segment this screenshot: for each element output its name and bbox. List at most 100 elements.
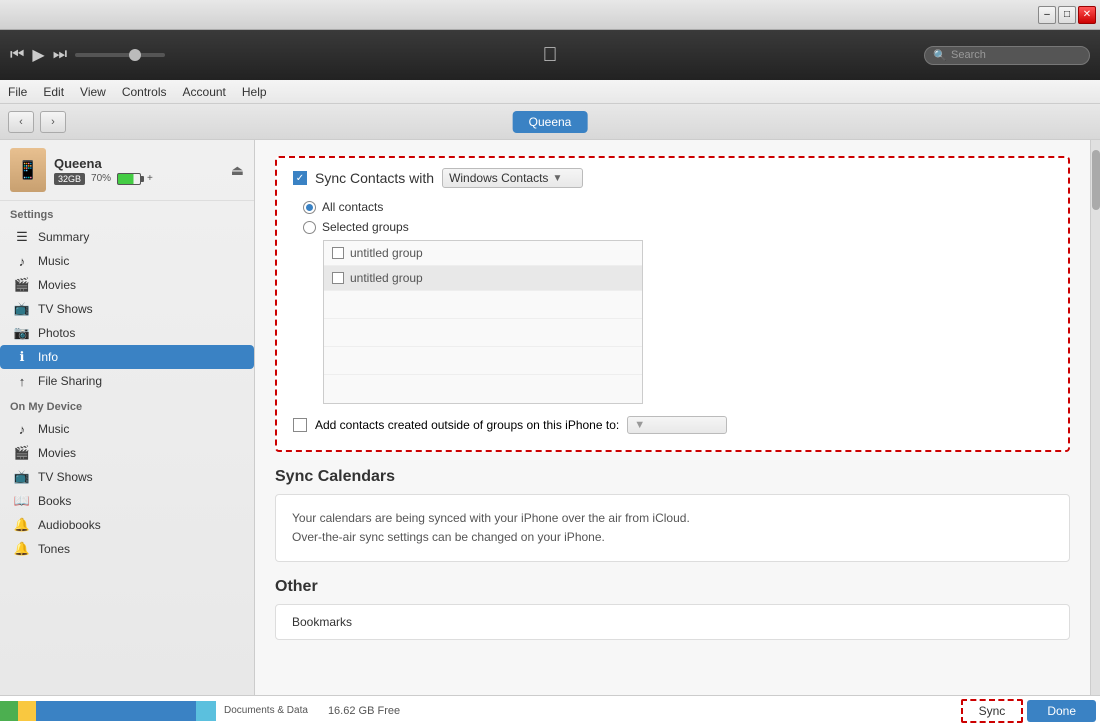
sync-calendars-message1: Your calendars are being synced with you… <box>292 509 1053 528</box>
music-device-icon: ♪ <box>14 421 30 437</box>
sync-contacts-checkbox[interactable]: ✓ <box>293 171 307 185</box>
player-bar: ⏮ ▶ ⏭  🔍 <box>0 30 1100 80</box>
battery-pct: 70% <box>91 173 111 184</box>
prev-button[interactable]: ⏮ <box>10 46 24 64</box>
progress-thumb <box>129 49 141 61</box>
menu-file[interactable]: File <box>8 85 27 99</box>
title-bar: – □ ✕ <box>0 0 1100 30</box>
sidebar-item-music[interactable]: ♪ Music <box>0 249 254 273</box>
forward-button[interactable]: › <box>40 111 66 133</box>
bottom-bar: Documents & Data 16.62 GB Free Sync Done <box>0 695 1100 725</box>
storage-segment-yellow <box>18 701 36 721</box>
device-button[interactable]: Queena <box>513 111 588 133</box>
group-item-2[interactable]: untitled group <box>324 266 642 291</box>
battery-plus: + <box>147 173 153 184</box>
menu-view[interactable]: View <box>80 85 106 99</box>
scrollbar-thumb <box>1092 150 1100 210</box>
nav-bar: ‹ › Queena <box>0 104 1100 140</box>
add-contacts-label: Add contacts created outside of groups o… <box>315 418 619 432</box>
sidebar-item-movies[interactable]: 🎬 Movies <box>0 273 254 297</box>
sync-button[interactable]: Sync <box>961 699 1024 723</box>
search-icon: 🔍 <box>933 49 947 62</box>
sidebar-item-movies-device[interactable]: 🎬 Movies <box>0 441 254 465</box>
search-input[interactable] <box>951 49 1081 61</box>
sidebar-label-movies-device: Movies <box>38 446 76 460</box>
close-button[interactable]: ✕ <box>1078 6 1096 24</box>
checkmark-icon: ✓ <box>296 173 304 184</box>
sync-calendars-title: Sync Calendars <box>275 468 1070 486</box>
sidebar-item-filesharing[interactable]: ↑ File Sharing <box>0 369 254 393</box>
sidebar-item-tvshows[interactable]: 📺 TV Shows <box>0 297 254 321</box>
add-contacts-checkbox[interactable] <box>293 418 307 432</box>
sidebar-item-books-device[interactable]: 📖 Books <box>0 489 254 513</box>
sidebar-label-info: Info <box>38 350 58 364</box>
next-button[interactable]: ⏭ <box>53 46 67 64</box>
radio-group-contacts: All contacts Selected groups untitled gr… <box>293 200 1052 404</box>
device-header: 📱 Queena 32GB 70% + ⏏ <box>0 140 254 201</box>
device-icon: 📱 <box>10 148 46 192</box>
minimize-button[interactable]: – <box>1038 6 1056 24</box>
title-bar-controls: – □ ✕ <box>1038 6 1096 24</box>
sidebar-label-audiobooks-device: Audiobooks <box>38 518 101 532</box>
sync-contacts-header: ✓ Sync Contacts with Windows Contacts ▼ <box>293 168 1052 188</box>
storage-bar: Documents & Data 16.62 GB Free <box>0 696 961 725</box>
sidebar-item-music-device[interactable]: ♪ Music <box>0 417 254 441</box>
menu-controls[interactable]: Controls <box>122 85 167 99</box>
group-label-1: untitled group <box>350 246 423 260</box>
eject-button[interactable]: ⏏ <box>231 162 244 179</box>
add-contacts-dropdown[interactable]: ▼ <box>627 416 727 434</box>
movies-device-icon: 🎬 <box>14 445 30 461</box>
sync-contacts-label: Sync Contacts with <box>315 170 434 186</box>
storage-label: Documents & Data <box>216 705 316 716</box>
info-icon: ℹ <box>14 349 30 365</box>
sidebar-item-tones-device[interactable]: 🔔 Tones <box>0 537 254 561</box>
sidebar-label-tvshows: TV Shows <box>38 302 93 316</box>
sync-contacts-box: ✓ Sync Contacts with Windows Contacts ▼ … <box>275 156 1070 452</box>
radio-label-all: All contacts <box>322 200 383 214</box>
dropdown-value: Windows Contacts <box>449 171 548 185</box>
group-label-2: untitled group <box>350 271 423 285</box>
dropdown-arrow-icon: ▼ <box>634 419 645 431</box>
main-layout: 📱 Queena 32GB 70% + ⏏ Settings ☰ Summary… <box>0 140 1100 695</box>
groups-list: untitled group untitled group <box>323 240 643 404</box>
books-device-icon: 📖 <box>14 493 30 509</box>
search-bar[interactable]: 🔍 <box>924 46 1090 65</box>
scrollbar-right[interactable] <box>1090 140 1100 695</box>
sidebar-label-photos: Photos <box>38 326 75 340</box>
other-section: Other Bookmarks <box>275 578 1070 640</box>
menu-account[interactable]: Account <box>183 85 226 99</box>
movies-icon: 🎬 <box>14 277 30 293</box>
sidebar-label-music-device: Music <box>38 422 69 436</box>
sidebar-item-tvshows-device[interactable]: 📺 TV Shows <box>0 465 254 489</box>
play-button[interactable]: ▶ <box>32 45 44 65</box>
filesharing-icon: ↑ <box>14 373 30 389</box>
music-icon: ♪ <box>14 253 30 269</box>
menu-help[interactable]: Help <box>242 85 267 99</box>
group-checkbox-2 <box>332 272 344 284</box>
sidebar-item-summary[interactable]: ☰ Summary <box>0 225 254 249</box>
windows-contacts-dropdown[interactable]: Windows Contacts ▼ <box>442 168 583 188</box>
radio-selected-groups[interactable]: Selected groups <box>303 220 1052 234</box>
apple-logo:  <box>543 44 558 67</box>
other-title: Other <box>275 578 1070 596</box>
sidebar-item-photos[interactable]: 📷 Photos <box>0 321 254 345</box>
sidebar-item-info[interactable]: ℹ Info <box>0 345 254 369</box>
back-button[interactable]: ‹ <box>8 111 34 133</box>
storage-segment-cyan <box>196 701 216 721</box>
progress-track <box>75 53 165 57</box>
audiobooks-device-icon: 🔔 <box>14 517 30 533</box>
storage-segment-green <box>0 701 18 721</box>
done-button[interactable]: Done <box>1027 700 1096 722</box>
group-item-1[interactable]: untitled group <box>324 241 642 266</box>
group-item-5 <box>324 347 642 375</box>
content-area: ✓ Sync Contacts with Windows Contacts ▼ … <box>255 140 1090 695</box>
radio-all-contacts[interactable]: All contacts <box>303 200 1052 214</box>
group-item-3 <box>324 291 642 319</box>
sidebar-item-audiobooks-device[interactable]: 🔔 Audiobooks <box>0 513 254 537</box>
chevron-down-icon: ▼ <box>552 173 562 184</box>
menu-edit[interactable]: Edit <box>43 85 64 99</box>
summary-icon: ☰ <box>14 229 30 245</box>
maximize-button[interactable]: □ <box>1058 6 1076 24</box>
progress-bar[interactable] <box>75 53 165 57</box>
storage-free: 16.62 GB Free <box>316 705 412 717</box>
